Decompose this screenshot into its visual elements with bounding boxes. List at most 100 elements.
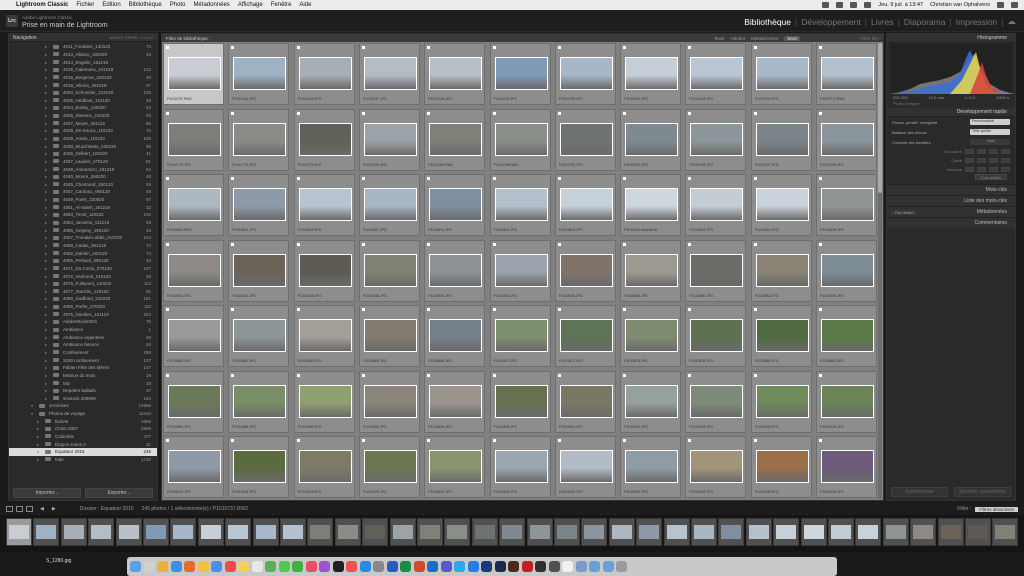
flag-badge[interactable] [361,111,365,115]
excel-icon[interactable] [400,561,411,572]
secondary-window-icon[interactable] [16,506,23,512]
news-icon[interactable] [346,561,357,572]
sync-button[interactable]: Synchroniser [891,487,948,497]
keyword-list-section[interactable]: Liste des mots-clés [887,195,1015,206]
disclosure-triangle-icon[interactable]: ▸ [45,373,47,378]
folder-item[interactable]: ▸ 4028_De-Souza_110120 75 [9,127,157,135]
filter-select[interactable]: Filtres désactivés [975,506,1018,512]
notes-icon[interactable] [238,561,249,572]
disclosure-triangle-icon[interactable]: ▸ [45,60,47,65]
reset-all-button[interactable]: Tout rétablir [975,174,1007,180]
disclosure-triangle-icon[interactable]: ▸ [45,197,47,202]
disclosure-triangle-icon[interactable]: ▸ [45,335,47,340]
outlook-icon[interactable] [427,561,438,572]
exposure-decrease-button[interactable] [965,149,974,154]
folder-item[interactable]: ▸ Chine 2007 2666 [9,425,157,433]
flag-badge[interactable] [361,46,365,49]
flag-badge[interactable] [623,242,627,246]
flag-badge[interactable] [753,177,757,180]
filmstrip-thumbnail[interactable] [992,518,1019,546]
powerpoint-icon[interactable] [413,561,425,572]
flag-badge[interactable] [557,439,561,442]
photo-thumbnail[interactable] [690,188,744,221]
flag-badge[interactable] [231,439,235,442]
photo-thumbnail[interactable] [233,188,287,221]
forward-arrow-icon[interactable]: ▶ [52,506,56,512]
catalog-title[interactable]: Prise en main de Lightroom [22,22,108,29]
photo-thumbnail[interactable] [494,450,548,483]
photo-thumbnail[interactable] [494,319,548,352]
disclosure-triangle-icon[interactable]: ▸ [45,67,47,72]
grid-thumbnail-cell[interactable]: P1010826.JPG [816,174,877,236]
flag-badge[interactable] [296,373,300,377]
zoom-icon[interactable] [467,561,479,572]
filmstrip-photo[interactable] [858,525,879,539]
flag-badge[interactable] [492,439,496,442]
photo-thumbnail[interactable] [233,319,287,352]
flag-badge[interactable] [296,111,300,115]
folder-item[interactable]: ▸ 4015_Calemans_241019 142 [9,66,157,74]
filmstrip-photo[interactable] [146,525,166,539]
photo-thumbnail[interactable] [168,57,221,90]
grid-thumbnail-cell[interactable]: P1010872.JPG [554,305,616,367]
folder-item[interactable]: ▸ Diapos scans 2 31 [9,440,157,448]
folder-item[interactable]: ▸ 4047_Cardoso_060120 49 [9,188,157,196]
photo-thumbnail[interactable] [625,450,679,483]
flag-badge[interactable] [688,46,692,49]
photo-thumbnail[interactable] [298,188,352,221]
filter-metadonnees[interactable]: Métadonnées [751,36,778,41]
folder-item[interactable]: ▸ 4049_Poels_220820 67 [9,196,157,204]
disclosure-triangle-icon[interactable]: ▸ [45,296,47,301]
photo-thumbnail[interactable] [821,384,874,418]
grid-thumbnail-cell[interactable]: P1010818.JPG [554,174,616,236]
disclosure-triangle-icon[interactable]: ▸ [37,442,39,447]
photo-thumbnail[interactable] [298,450,352,483]
disclosure-triangle-icon[interactable]: ▸ [45,281,47,286]
flag-badge[interactable] [557,177,561,180]
photo-thumbnail[interactable] [233,450,287,483]
filmstrip-photo[interactable] [91,525,112,539]
module-diaporama[interactable]: Diaporama [904,17,946,27]
photo-thumbnail[interactable] [821,450,874,483]
filmstrip-photo[interactable] [803,525,824,539]
grid-thumbnail-cell[interactable]: P1010811.JPG [424,174,486,236]
grid-thumbnail-cell[interactable]: P1010762.JPG [685,43,747,105]
grid-thumbnail-cell[interactable]: P1010807.JPG [358,174,420,236]
filmstrip-thumbnail[interactable] [718,518,745,546]
disclosure-triangle-icon[interactable]: ▸ [45,358,47,363]
flag-badge[interactable] [753,308,757,311]
keywords-section[interactable]: Mots-clés [887,184,1015,195]
grid-thumbnail-cell[interactable]: P1010880.JPG [750,305,812,367]
filmstrip-photo[interactable] [36,525,57,539]
flag-badge[interactable] [819,308,822,311]
mail-icon[interactable] [211,561,222,572]
flag-badge[interactable] [427,308,431,311]
disclosure-triangle-icon[interactable]: ▸ [45,235,47,240]
grid-thumbnail-cell[interactable]: P1010925.JPG [489,436,551,498]
filmstrip-thumbnail[interactable] [800,518,827,546]
app-menu[interactable]: Lightroom Classic [16,2,68,8]
flag-badge[interactable] [427,111,431,115]
flag-badge[interactable] [166,111,169,115]
grid-thumbnail-cell[interactable]: P1010840.JPG [424,239,486,302]
disclosure-triangle-icon[interactable]: ▸ [45,144,47,149]
grid-thumbnail-cell[interactable]: P1010848.JPG [620,239,682,302]
filmstrip-photo[interactable] [173,525,194,539]
flag-badge[interactable] [819,373,822,377]
flag-badge[interactable] [361,177,365,180]
grid-thumbnail-cell[interactable]: P1010842.JPG [489,239,551,302]
flag-badge[interactable] [819,111,822,115]
grid-thumbnail-cell[interactable]: P1010882.JPG [816,305,877,367]
disclosure-triangle-icon[interactable]: ▸ [45,388,47,393]
folder-item[interactable]: ▸ 4080_Gadfroid_220220 181 [9,295,157,303]
photo-thumbnail[interactable] [363,450,417,483]
menu-photo[interactable]: Photo [170,2,186,8]
photo-thumbnail[interactable] [625,253,679,287]
grid-thumbnail-cell[interactable]: P1010920.JPG [358,436,420,498]
grid-thumbnail-cell[interactable]: P1010830.JPG [163,239,224,302]
podcasts-icon[interactable] [319,561,330,572]
flag-badge[interactable] [557,242,561,246]
grid-thumbnail-cell[interactable]: P1010788.RW2 [489,108,551,171]
photo-thumbnail[interactable] [690,253,744,287]
metadata-section[interactable]: Par défaut Métadonnées [887,206,1015,217]
